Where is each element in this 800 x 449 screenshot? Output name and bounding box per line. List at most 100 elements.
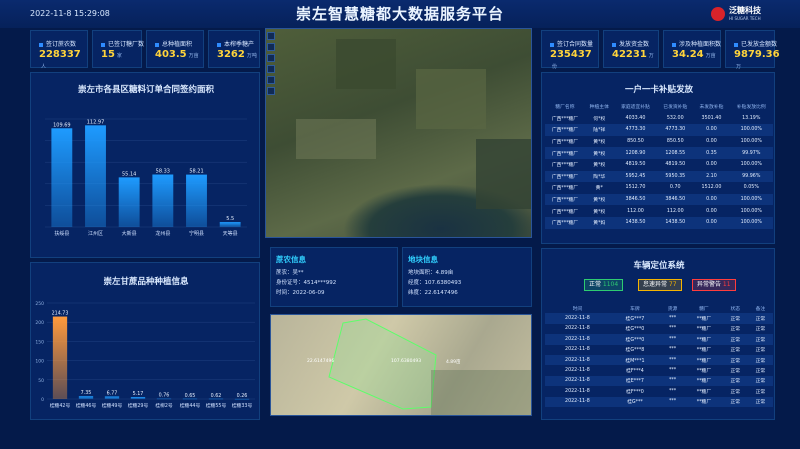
table-cell: 广西***糖厂 [551,140,579,146]
table-cell: 0.00 [693,193,730,206]
contract-area-chart: 109.69 扶绥县 112.97 江州区 55.14 大新县 58.33 龙州县 58.21 宁… [45,118,247,237]
bar [51,128,73,227]
x-tick-label: 天等县 [223,230,238,237]
table-cell: *** [660,354,686,366]
table-cell: 广西***糖厂 [551,186,579,192]
subsidy-title: 一户一卡补贴发放 [624,85,693,95]
bar-value-label: 0.76 [159,393,170,399]
bar-value-label: 5.5 [226,216,234,222]
x-tick-label: 大新县 [122,230,137,237]
satellite-map[interactable] [265,28,532,238]
stat-unit: 万 [736,64,742,70]
stat-card: 已签订糖厂数 15 家 [92,30,144,68]
table-header: 糖厂名称 [555,105,575,111]
table-row[interactable]: 2022-11-8 桂F***0 *** **糖厂 正常 正常 [545,386,773,396]
table-cell: 1512.00 [701,185,722,191]
table-row[interactable]: 2022-11-8 桂G***8 *** **糖厂 正常 正常 [545,345,773,355]
map-locate-icon[interactable] [267,65,275,73]
y-tick-label: 50 [38,378,44,384]
map-layer-icon[interactable] [267,54,275,62]
table-cell: 黄*权 [593,163,606,169]
table-row[interactable]: 2022-11-8 桂F***4 *** **糖厂 正常 正常 [545,365,773,375]
stat-unit: 万吨 [246,53,257,59]
table-cell: 112.00 [627,208,644,214]
table-row[interactable]: 广西***糖厂 黄*权 1208.90 1208.55 0.35 99.97% [545,147,773,159]
table-row[interactable]: 广西***糖厂 黄*权 112.00 112.00 0.00 100.00% [545,205,773,217]
plot-satellite-map[interactable]: 22.6147496 107.6380493 4.89亩 [270,314,532,416]
x-tick-label: 宁明县 [189,230,204,237]
bar-value-label: 58.33 [156,169,170,175]
table-row[interactable]: 2022-11-8 桂G*** *** **糖厂 正常 正常 [545,396,773,407]
table-cell: 1208.55 [657,147,694,159]
table-cell: 100.00% [729,193,773,206]
table-cell: 正常 [722,313,748,324]
vehicle-status-badge[interactable]: 正常 1104 [584,279,624,291]
bar [234,398,250,400]
stat-value: 42231 [612,49,647,60]
logo-subname: HI SUGAR TECH [729,16,761,21]
bar-value-label: 58.21 [189,169,203,175]
table-row[interactable]: 2022-11-8 桂G***0 *** **糖厂 正常 正常 [545,334,773,345]
bar [152,174,174,227]
table-row[interactable]: 广西***糖厂 陆*祥 4773.30 4773.30 0.00 100.00% [545,124,773,136]
logo-name: 泛糖科技 [729,6,761,15]
table-cell: 桂E***7 [609,375,660,387]
table-row[interactable]: 广西***糖厂 何*权 4033.40 532.00 3501.40 13.19% [545,113,773,125]
table-row[interactable]: 广西***糖厂 黄* 1512.70 0.70 1512.00 0.05% [545,182,773,194]
x-tick-label: 桂糖29号 [128,402,149,409]
table-cell: 2022-11-8 [545,334,610,345]
y-tick-label: 150 [35,339,44,345]
table-header: 已发资补贴 [663,105,688,111]
x-tick-label: 桂糖42号 [50,402,71,409]
stat-unit: 万亩 [705,53,716,59]
table-cell: 0.00 [706,139,717,145]
stat-label: 本榨季糖产 [217,39,254,48]
table-cell: **糖厂 [685,396,723,407]
bar-value-label: 55.14 [122,171,136,177]
plot-info: 地块信息 地块面积：4.89亩 经度：107.6380493 纬度：22.614… [408,255,461,298]
table-row[interactable]: 广西***糖厂 陶*华 5952.45 5950.35 2.10 99.96% [545,170,773,183]
y-tick-label: 250 [35,301,44,307]
map-zoom-in-icon[interactable] [267,32,275,40]
vehicle-status-badge[interactable]: 怠速异常 77 [638,279,682,291]
table-row[interactable]: 广西***糖厂 黄*权 850.50 850.50 0.00 100.00% [545,136,773,148]
table-row[interactable]: 2022-11-8 桂G***7 *** **糖厂 正常 正常 [545,313,773,324]
table-cell: 112.00 [666,208,684,214]
badge-label: 正常 [589,281,602,288]
table-cell: 3501.40 [701,115,722,121]
table-cell: 0.00 [693,124,730,136]
table-cell: 13.19% [742,115,761,121]
table-cell: 1438.50 [613,216,658,229]
bar-value-label: 0.62 [211,393,222,399]
table-cell: **糖厂 [696,389,712,395]
map-label-lat: 22.6147496 [307,359,335,364]
map-measure-icon[interactable] [267,76,275,84]
stat-value: 403.5 [155,49,187,60]
map-zoom-out-icon[interactable] [267,43,275,51]
header-bar: 2022-11-8 15:29:08 崇左智慧糖都大数据服务平台 泛糖科技 HI… [0,0,800,28]
table-cell: 广西***糖厂 [551,163,579,169]
table-row[interactable]: 2022-11-8 桂G***0 *** **糖厂 正常 正常 [545,324,773,334]
table-row[interactable]: 2022-11-8 桂E***7 *** **糖厂 正常 正常 [545,375,773,387]
table-row[interactable]: 广西***糖厂 黄*权 3846.50 3846.50 0.00 100.00% [545,193,773,206]
table-row[interactable]: 广西***糖厂 黄*权 4819.50 4819.50 0.00 100.00% [545,159,773,171]
map-fullscreen-icon[interactable] [267,87,275,95]
table-cell: 广西***糖厂 [545,170,585,183]
table-cell: **糖厂 [685,354,723,366]
vehicle-status-badge[interactable]: 异常警告 11 [692,279,736,291]
bar-value-label: 5.17 [133,391,144,397]
stat-label: 发放资金数 [612,39,649,48]
table-header: 家庭适宜补贴 [621,105,650,111]
table-header: 补贴发放比例 [736,105,766,111]
bar-value-label: 112.97 [87,119,105,125]
table-cell: 正常 [755,348,766,354]
farmer-id-label: 身份证号： [276,280,304,286]
bar [118,177,140,227]
table-row[interactable]: 广西***糖厂 黄*妈 1438.50 1438.50 0.00 100.00% [545,216,773,229]
table-row[interactable]: 2022-11-8 桂M***1 *** **糖厂 正常 正常 [545,354,773,366]
table-cell: 桂G***0 [625,327,645,333]
plot-area-label: 地块面积： [408,270,436,276]
table-cell: 5952.45 [613,170,658,183]
vehicle-status-badges: 正常 1104 怠速异常 77 异常警告 11 [542,279,776,293]
table-cell: 广西***糖厂 [545,124,585,136]
